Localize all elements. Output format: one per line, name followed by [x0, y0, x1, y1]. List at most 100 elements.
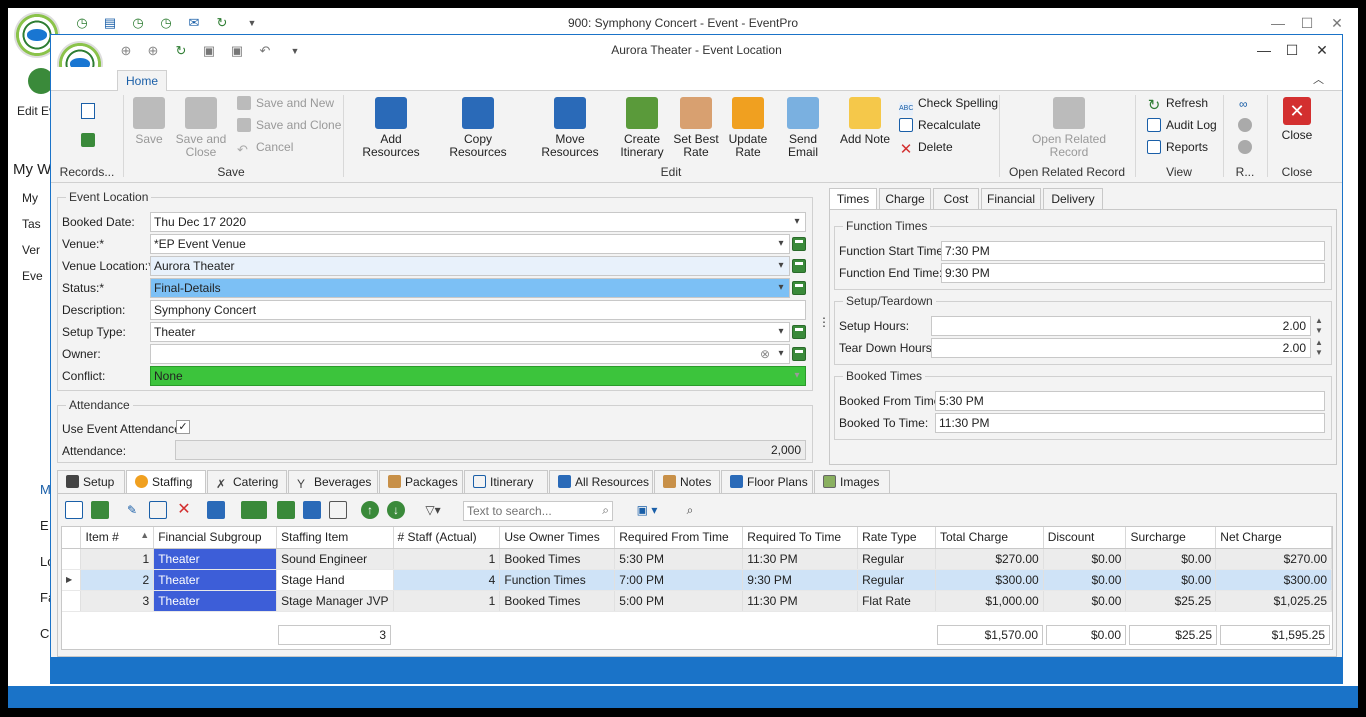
save-button[interactable]: Save — [131, 97, 167, 146]
cell[interactable]: Theater — [153, 569, 278, 591]
cell[interactable]: Function Times — [499, 569, 616, 591]
tab-floor-plans[interactable]: Floor Plans — [721, 470, 813, 494]
chevron-down-icon[interactable]: ▾ — [774, 234, 788, 254]
tab-charge[interactable]: Charge — [879, 188, 931, 210]
clear-icon[interactable]: ⊗ — [758, 344, 772, 364]
tab-home[interactable]: Home — [117, 70, 167, 92]
cell[interactable]: $0.00 — [1125, 569, 1217, 591]
mail-icon[interactable]: ✉ — [186, 15, 202, 31]
move-icon[interactable] — [277, 501, 295, 519]
save-and-close-button[interactable]: Save and Close — [173, 97, 229, 159]
cell[interactable]: $0.00 — [1043, 590, 1127, 612]
move-resources-button[interactable]: Move Resources — [527, 97, 613, 159]
tab-catering[interactable]: ✗ Catering — [207, 470, 287, 494]
document-icon[interactable]: ▤ — [102, 15, 118, 31]
chevron-down-icon[interactable]: ▾ — [774, 256, 788, 276]
cell[interactable]: $0.00 — [1125, 548, 1217, 570]
tab-all-resources[interactable]: All Resources — [549, 470, 653, 494]
cancel-button[interactable]: ↶ Cancel — [237, 139, 293, 157]
collapse-ribbon-icon[interactable]: ︿ — [1313, 71, 1324, 87]
table-row[interactable]: 3 Theater Stage Manager JVP 1 Booked Tim… — [62, 590, 1332, 612]
cell[interactable]: $0.00 — [1043, 569, 1127, 591]
chevron-down-icon[interactable]: ▾ — [790, 212, 804, 232]
cell[interactable]: 5:30 PM — [614, 548, 744, 570]
tab-itinerary[interactable]: Itinerary — [464, 470, 548, 494]
tab-images[interactable]: Images — [814, 470, 890, 494]
open-record-icon[interactable] — [792, 281, 806, 295]
setup-hours-spinner[interactable]: ▲ ▼ — [1313, 316, 1325, 336]
set-best-rate-button[interactable]: Set Best Rate — [671, 97, 721, 159]
delete-button[interactable]: ✕ Delete — [899, 139, 953, 157]
clock-icon[interactable]: ◷ — [74, 15, 90, 31]
save-and-clone-button[interactable]: Save and Clone — [237, 117, 341, 133]
clock-icon[interactable]: ◷ — [158, 15, 174, 31]
save-icon[interactable]: ▣ — [201, 43, 217, 59]
send-email-button[interactable]: Send Email — [775, 97, 831, 159]
bg-list-item[interactable]: Eve — [22, 269, 43, 283]
cell[interactable]: 7:00 PM — [614, 569, 744, 591]
tab-beverages[interactable]: Y Beverages — [288, 470, 378, 494]
cell[interactable]: $1,000.00 — [935, 590, 1044, 612]
search-preview-icon[interactable]: ⌕ — [681, 501, 699, 519]
binoculars-icon[interactable]: ∞ — [1239, 97, 1248, 111]
close-button[interactable]: ✕ Close — [1273, 97, 1321, 142]
column-header[interactable]: Total Charge — [935, 527, 1044, 549]
maximize-icon[interactable]: ☐ — [1277, 38, 1307, 62]
up-arrow-icon[interactable]: ⊕ — [118, 43, 134, 59]
audit-log-button[interactable]: Audit Log — [1147, 117, 1217, 133]
undo-icon[interactable]: ↶ — [257, 43, 273, 59]
cell[interactable]: Sound Engineer — [276, 548, 394, 570]
owner-field[interactable] — [150, 344, 790, 364]
up-arrow-icon[interactable] — [1238, 118, 1252, 132]
refresh-icon[interactable]: ↻ — [173, 43, 189, 59]
down-arrow-icon[interactable] — [1238, 140, 1252, 154]
reports-button[interactable]: Reports — [1147, 139, 1208, 155]
maximize-icon[interactable]: ☐ — [1292, 11, 1322, 35]
customize-dropdown-icon[interactable]: ▼ — [287, 43, 303, 59]
minimize-icon[interactable]: — — [1249, 38, 1279, 62]
grid-icon[interactable] — [149, 501, 167, 519]
column-header[interactable]: Surcharge — [1125, 527, 1217, 549]
search-icon[interactable]: ⌕ — [602, 503, 609, 518]
open-related-record-button[interactable]: Open Related Record — [1027, 97, 1111, 159]
columns-icon[interactable] — [329, 501, 347, 519]
close-icon[interactable]: ✕ — [1322, 11, 1352, 35]
cell[interactable]: 11:30 PM — [742, 590, 859, 612]
edit-icon[interactable]: ✎ — [123, 501, 141, 519]
tab-cost[interactable]: Cost — [933, 188, 979, 210]
filter-icon[interactable]: ▽▾ — [419, 501, 447, 519]
column-header[interactable]: Use Owner Times — [499, 527, 616, 549]
copy-dropdown-icon[interactable] — [241, 501, 267, 519]
bg-list-item[interactable]: Tas — [22, 217, 41, 231]
save-and-new-button[interactable]: Save and New — [237, 95, 334, 111]
bg-list-item[interactable]: Ver — [22, 243, 40, 257]
add-icon[interactable] — [91, 501, 109, 519]
bg-list-item[interactable]: C — [40, 626, 49, 641]
open-record-icon[interactable] — [792, 347, 806, 361]
cell[interactable]: $300.00 — [1215, 569, 1332, 591]
column-header[interactable]: Discount — [1043, 527, 1127, 549]
table-row[interactable]: ▶ 2 Theater Stage Hand 4 Function Times … — [62, 569, 1332, 591]
cell[interactable]: Regular — [857, 548, 936, 570]
column-header[interactable]: # Staff (Actual) — [393, 527, 501, 549]
tab-packages[interactable]: Packages — [379, 470, 463, 494]
cell[interactable]: $25.25 — [1125, 590, 1217, 612]
function-end-field[interactable]: 9:30 PM — [941, 263, 1325, 283]
cell[interactable]: $300.00 — [935, 569, 1044, 591]
column-header[interactable]: Staffing Item — [276, 527, 394, 549]
column-header[interactable]: Net Charge — [1215, 527, 1332, 549]
open-record-icon[interactable] — [792, 237, 806, 251]
bg-list-item[interactable]: E — [40, 518, 49, 533]
clock-icon[interactable]: ◷ — [130, 15, 146, 31]
open-record-icon[interactable] — [792, 259, 806, 273]
refresh-button[interactable]: ↻ Refresh — [1147, 95, 1208, 113]
tab-notes[interactable]: Notes — [654, 470, 720, 494]
cell[interactable]: 1 — [393, 548, 501, 570]
add-resources-button[interactable]: Add Resources — [351, 97, 431, 159]
cell[interactable]: Theater — [153, 590, 278, 612]
update-rate-button[interactable]: Update Rate — [723, 97, 773, 159]
cell[interactable]: 3 — [80, 590, 155, 612]
column-header[interactable]: Required From Time — [614, 527, 744, 549]
move-down-icon[interactable]: ↓ — [387, 501, 405, 519]
save-close-icon[interactable]: ▣ — [229, 43, 245, 59]
